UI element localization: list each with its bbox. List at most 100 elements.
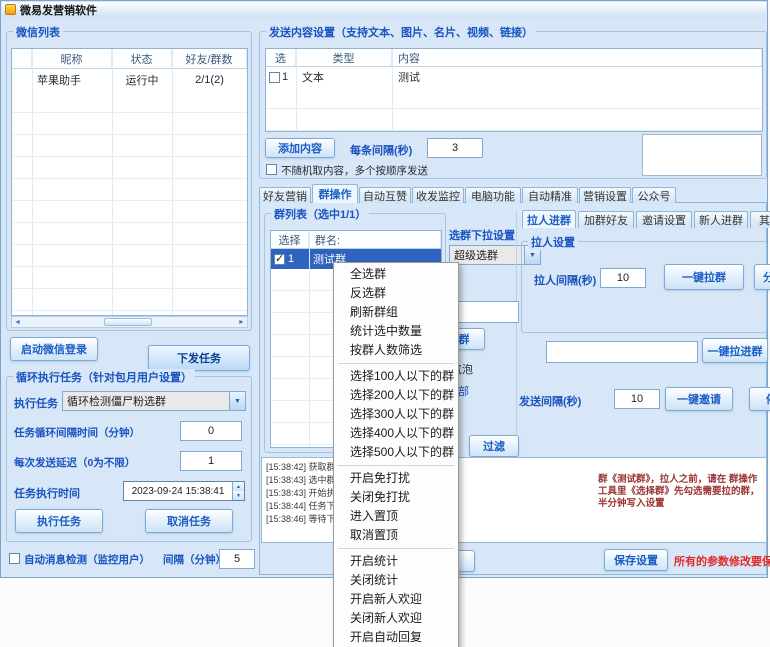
task-type-select[interactable]: 循环检测僵尸粉选群 [62, 391, 246, 411]
menu-item-count-selected[interactable]: 统计选中数量 [335, 322, 457, 341]
tab-marketing-settings[interactable]: 营销设置 [579, 187, 631, 203]
filter-button[interactable]: 过滤 [469, 435, 519, 457]
auto-monitor-checkbox[interactable] [9, 553, 20, 564]
title-bar[interactable]: 微易发营销软件 [2, 2, 766, 17]
rtab-pull-into-group[interactable]: 拉人进群 [522, 210, 576, 228]
dispatch-task-button[interactable]: 下发任务 [148, 345, 250, 371]
app-icon [5, 4, 16, 15]
save-warning-text: 所有的参数修改要保存后生效 [674, 553, 770, 569]
run-task-button[interactable]: 执行任务 [15, 509, 103, 533]
monitor-interval-input[interactable] [219, 549, 255, 569]
content-col-content: 内容 [392, 49, 762, 66]
content-row-checkbox[interactable] [269, 72, 280, 83]
table-row[interactable]: 苹果助手 运行中 2/1(2) [12, 69, 247, 91]
table-row[interactable]: 1 文本 测试 [266, 67, 762, 87]
content-row-type: 文本 [296, 69, 392, 85]
content-col-select: 选 [266, 49, 296, 66]
send-content-groupbox: 发送内容设置（支持文本、图片、名片、视频、链接） 选 类型 内容 1 文本 测试 [259, 31, 767, 179]
rtab-invite-settings[interactable]: 邀请设置 [636, 211, 692, 228]
group-select-combo-label: 选群下拉设置 [449, 227, 515, 243]
pull-settings-label: 拉人设置 [528, 234, 578, 250]
menu-item-stats-on[interactable]: 开启统计 [335, 552, 457, 571]
grid-rows [12, 91, 247, 315]
menu-item-mute-on[interactable]: 开启免打扰 [335, 469, 457, 488]
exec-time-picker[interactable]: 2023-09-24 15:38:41 [123, 481, 245, 501]
horizontal-scrollbar[interactable] [11, 316, 248, 328]
start-wechat-login-button[interactable]: 启动微信登录 [10, 337, 98, 361]
content-row-content: 测试 [392, 69, 762, 85]
menu-item-filter-by-size[interactable]: 按群人数筛选 [335, 341, 457, 360]
content-table[interactable]: 选 类型 内容 1 文本 测试 [265, 48, 763, 132]
pull-target-input[interactable] [546, 341, 698, 363]
scroll-right-icon[interactable] [236, 317, 247, 327]
tab-message-monitor[interactable]: 收发监控 [412, 187, 464, 203]
wechat-list-label: 微信列表 [13, 24, 63, 40]
group-list-label: 群列表（选中1/1） [271, 206, 369, 222]
send-delay-input[interactable] [180, 451, 242, 471]
menu-item-invert-select[interactable]: 反选群 [335, 284, 457, 303]
menu-item-select-under-500[interactable]: 选择500人以下的群 [335, 443, 457, 462]
add-content-button[interactable]: 添加内容 [265, 138, 335, 158]
loop-task-groupbox: 循环执行任务（针对包月用户设置） 执行任务 循环检测僵尸粉选群 任务循环间隔时间… [6, 376, 252, 542]
gap-input[interactable] [427, 138, 483, 158]
send-interval-input[interactable] [614, 389, 660, 409]
menu-item-autoreply-on[interactable]: 开启自动回复 [335, 628, 457, 647]
group-context-menu[interactable]: 全选群 反选群 刷新群组 统计选中数量 按群人数筛选 选择100人以下的群 选择… [333, 262, 459, 647]
batch-pull-button[interactable]: 分批拉群 [754, 264, 770, 290]
random-label: 不随机取内容，多个按顺序发送 [281, 163, 428, 178]
menu-item-unpin[interactable]: 取消置顶 [335, 526, 457, 545]
group-row-checkbox[interactable] [274, 254, 285, 265]
send-interval-label: 发送间隔(秒) [519, 393, 581, 409]
spin-down-icon[interactable] [233, 491, 244, 500]
pull-all-button[interactable]: 一键拉群 [664, 264, 744, 290]
tab-auto-like[interactable]: 自动互赞 [359, 187, 411, 203]
tab-pc-functions[interactable]: 电脑功能 [465, 187, 521, 203]
group-row-index: 1 [288, 253, 294, 265]
menu-separator [338, 363, 454, 364]
save-settings-button[interactable]: 保存设置 [604, 549, 668, 571]
menu-item-select-under-100[interactable]: 选择100人以下的群 [335, 367, 457, 386]
scrollbar-thumb[interactable] [104, 318, 152, 326]
exec-time-label: 任务执行时间 [14, 485, 80, 501]
pull-into-group-button[interactable]: 一键拉进群 [702, 338, 768, 363]
group-col-select: 选择 [271, 231, 309, 248]
chevron-down-icon[interactable] [229, 392, 245, 410]
rtab-newcomer[interactable]: 新人进群 [694, 211, 748, 228]
menu-item-welcome-on[interactable]: 开启新人欢迎 [335, 590, 457, 609]
account-status: 运行中 [112, 72, 172, 88]
menu-item-select-all[interactable]: 全选群 [335, 265, 457, 284]
spin-up-icon[interactable] [233, 482, 244, 491]
wechat-account-table[interactable]: 昵称 状态 好友/群数 苹果助手 运行中 2/1(2) [11, 48, 248, 316]
menu-item-stats-off[interactable]: 关闭统计 [335, 571, 457, 590]
content-col-type: 类型 [296, 49, 392, 66]
loop-interval-label: 任务循环间隔时间（分钟） [14, 425, 140, 440]
tab-group-operation[interactable]: 群操作 [312, 184, 358, 203]
menu-item-select-under-400[interactable]: 选择400人以下的群 [335, 424, 457, 443]
scroll-left-icon[interactable] [12, 317, 23, 327]
cancel-task-button[interactable]: 取消任务 [145, 509, 233, 533]
wechat-list-groupbox: 微信列表 昵称 状态 好友/群数 苹果助手 运行中 2/1(2) [6, 31, 252, 331]
menu-item-select-under-300[interactable]: 选择300人以下的群 [335, 405, 457, 424]
stop-button[interactable]: 停止 [749, 387, 770, 411]
tab-auto-precise[interactable]: 自动精准 [522, 187, 578, 203]
menu-item-pin[interactable]: 进入置顶 [335, 507, 457, 526]
rtab-add-group-friends[interactable]: 加群好友 [578, 211, 634, 228]
monitor-interval-label: 间隔（分钟） [163, 552, 226, 567]
preview-panel [642, 134, 762, 176]
task-type-label: 执行任务 [14, 395, 58, 411]
rtab-other[interactable]: 其他 [750, 211, 770, 228]
tab-official-account[interactable]: 公众号 [632, 187, 676, 203]
invite-button[interactable]: 一键邀请 [665, 387, 733, 411]
loop-interval-input[interactable] [180, 421, 242, 441]
content-row-index: 1 [282, 71, 288, 83]
time-spinner[interactable] [232, 482, 244, 500]
menu-item-welcome-off[interactable]: 关闭新人欢迎 [335, 609, 457, 628]
random-checkbox[interactable] [266, 164, 277, 175]
menu-item-mute-off[interactable]: 关闭免打扰 [335, 488, 457, 507]
pull-settings-groupbox: 拉人设置 拉人间隔(秒) 一键拉群 分批拉群 [521, 241, 767, 333]
tab-friend-marketing[interactable]: 好友营销 [259, 187, 311, 203]
menu-item-refresh-groups[interactable]: 刷新群组 [335, 303, 457, 322]
pull-interval-input[interactable] [600, 268, 646, 288]
menu-item-select-under-200[interactable]: 选择200人以下的群 [335, 386, 457, 405]
account-nickname: 苹果助手 [32, 72, 112, 88]
